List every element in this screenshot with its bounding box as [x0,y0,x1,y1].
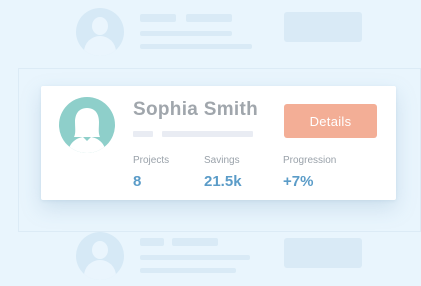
stat-value: 8 [133,173,142,190]
placeholder-bar [133,131,153,137]
background-list-row [0,226,421,286]
background-avatar [76,8,124,56]
profile-card: Sophia Smith Details Projects 8 Savings … [41,86,396,200]
background-placeholder-bar [172,238,218,246]
stat-value: +7% [283,173,314,190]
user-avatar-icon [59,97,115,153]
background-placeholder-bar [140,255,250,260]
stat-label: Savings [204,155,240,166]
stat-progression: Progression +7% [283,155,336,190]
placeholder-bar [162,131,253,137]
background-placeholder-bar [186,14,232,22]
background-placeholder-bar [140,268,236,273]
stat-label: Progression [283,155,337,166]
background-placeholder-bar [140,44,252,49]
stat-value: 21.5k [204,173,242,190]
background-placeholder-bar [140,14,176,22]
profile-name: Sophia Smith [133,99,258,120]
stat-projects: Projects 8 [133,155,169,190]
details-button[interactable]: Details [284,104,377,138]
background-placeholder-bar [140,31,232,36]
background-button [284,238,362,268]
stat-label: Projects [133,155,170,166]
background-list-row [0,0,421,60]
stat-savings: Savings 21.5k [204,155,242,190]
background-placeholder-bar [140,238,164,246]
background-button [284,12,362,42]
